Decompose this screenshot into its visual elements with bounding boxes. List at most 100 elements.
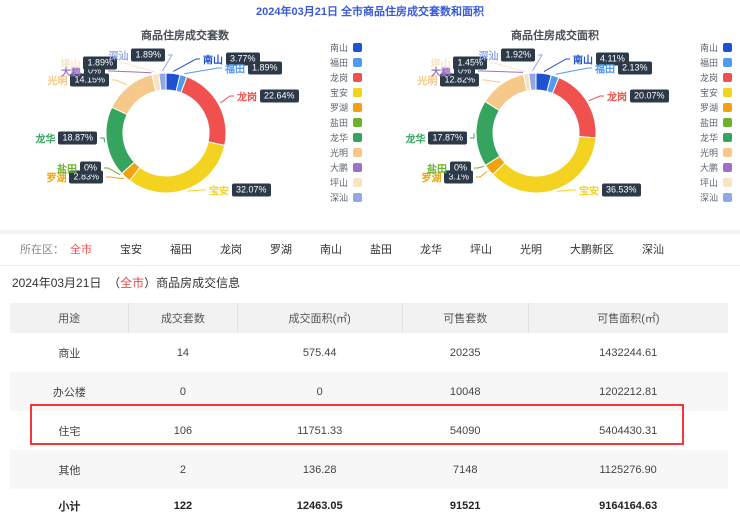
legend-label: 盐田: [330, 116, 348, 129]
pie-slice-龙华[interactable]: [476, 101, 500, 165]
donut-chart[interactable]: [0, 22, 370, 230]
table-cell: 136.28: [237, 450, 402, 489]
table-cell: 7148: [402, 450, 528, 489]
filter-option-坪山[interactable]: 坪山: [470, 241, 492, 257]
table-row: 其他2136.2871481125276.90: [10, 450, 728, 489]
table-cell: 106: [129, 411, 238, 450]
slice-label-name: 龙岗: [607, 89, 627, 104]
label-leader-line: [556, 68, 592, 74]
donut-chart[interactable]: [370, 22, 740, 230]
legend-swatch: [353, 118, 362, 127]
filter-option-南山[interactable]: 南山: [320, 241, 342, 257]
pie-slice-龙岗[interactable]: [552, 78, 596, 138]
legend-item-宝安[interactable]: 宝安: [330, 85, 362, 100]
legend-swatch: [353, 88, 362, 97]
filter-option-光明[interactable]: 光明: [520, 241, 542, 257]
filter-option-龙华[interactable]: 龙华: [420, 241, 442, 257]
legend-label: 宝安: [330, 86, 348, 99]
table-header-4: 可售面积(㎡): [528, 303, 728, 333]
legend-swatch: [723, 193, 732, 202]
label-leader-line: [184, 68, 222, 74]
legend-label: 光明: [330, 146, 348, 159]
filter-option-宝安[interactable]: 宝安: [120, 241, 142, 257]
pie-slice-龙华[interactable]: [106, 107, 134, 173]
legend-swatch: [353, 178, 362, 187]
legend-item-大鹏[interactable]: 大鹏: [700, 160, 732, 175]
slice-label-name: 宝安: [209, 183, 229, 198]
slice-label-value: 20.07%: [630, 90, 669, 103]
legend-item-盐田[interactable]: 盐田: [700, 115, 732, 130]
table-cell: 10048: [402, 372, 528, 411]
table-cell: 91521: [402, 489, 528, 521]
legend-item-宝安[interactable]: 宝安: [700, 85, 732, 100]
slice-label-name: 深汕: [478, 48, 498, 63]
filter-label: 所在区：: [20, 241, 64, 257]
legend-item-光明[interactable]: 光明: [700, 145, 732, 160]
page-title: 2024年03月21日 全市商品住房成交套数和面积: [0, 3, 740, 19]
filter-option-龙岗[interactable]: 龙岗: [220, 241, 242, 257]
slice-label-name: 深汕: [108, 48, 128, 63]
legend-label: 罗湖: [330, 101, 348, 114]
legend-item-坪山[interactable]: 坪山: [330, 175, 362, 190]
label-leader-line: [482, 80, 500, 82]
filter-option-全市[interactable]: 全市: [70, 241, 92, 257]
label-leader-line: [490, 63, 526, 72]
legend-label: 光明: [700, 146, 718, 159]
label-leader-line: [120, 63, 155, 72]
legend-item-坪山[interactable]: 坪山: [700, 175, 732, 190]
legend-swatch: [723, 133, 732, 142]
section-title: 2024年03月21日 （全市）商品房成交信息: [12, 274, 240, 291]
page: 2024年03月21日 全市商品住房成交套数和面积 商品住房成交套数 南山3.7…: [0, 0, 740, 521]
legend-item-光明[interactable]: 光明: [330, 145, 362, 160]
label-leader-line: [173, 59, 200, 71]
legend-label: 坪山: [330, 176, 348, 189]
filter-option-大鹏新区[interactable]: 大鹏新区: [570, 241, 614, 257]
table-cell: 11751.33: [237, 411, 402, 450]
legend-item-龙华[interactable]: 龙华: [700, 130, 732, 145]
legend-item-福田[interactable]: 福田: [330, 55, 362, 70]
legend-item-大鹏[interactable]: 大鹏: [330, 160, 362, 175]
district-filter: 所在区： 全市 宝安 福田 龙岗 罗湖 南山 盐田 龙华 坪山 光明 大鹏新区 深汕: [20, 236, 740, 262]
legend-item-南山[interactable]: 南山: [330, 40, 362, 55]
table-header-3: 可售套数: [402, 303, 528, 333]
legend-item-深汕[interactable]: 深汕: [330, 190, 362, 205]
legend-item-罗湖[interactable]: 罗湖: [700, 100, 732, 115]
table-total-row: 小计12212463.05915219164164.63: [10, 489, 728, 521]
slice-label-name: 坪山: [430, 56, 450, 71]
filter-option-罗湖[interactable]: 罗湖: [270, 241, 292, 257]
legend-item-罗湖[interactable]: 罗湖: [330, 100, 362, 115]
legend-swatch: [353, 193, 362, 202]
legend-item-龙华[interactable]: 龙华: [330, 130, 362, 145]
table-cell: 商业: [10, 333, 129, 372]
slice-label-value: 32.07%: [232, 184, 271, 197]
legend-item-盐田[interactable]: 盐田: [330, 115, 362, 130]
label-leader-line: [220, 96, 234, 103]
label-leader-line: [112, 80, 127, 85]
legend-item-深汕[interactable]: 深汕: [700, 190, 732, 205]
filter-option-深汕[interactable]: 深汕: [642, 241, 664, 257]
pie-slice-光明[interactable]: [485, 74, 527, 110]
pie-slice-龙岗[interactable]: [181, 77, 226, 146]
legend-label: 盐田: [700, 116, 718, 129]
section-rest: 商品房成交信息: [156, 276, 240, 290]
legend-label: 宝安: [700, 86, 718, 99]
legend-item-龙岗[interactable]: 龙岗: [330, 70, 362, 85]
filter-option-盐田[interactable]: 盐田: [370, 241, 392, 257]
legend-swatch: [353, 73, 362, 82]
paren: ）: [144, 276, 156, 290]
legend-swatch: [723, 103, 732, 112]
legend-item-福田[interactable]: 福田: [700, 55, 732, 70]
filter-option-福田[interactable]: 福田: [170, 241, 192, 257]
slice-label-深汕: 深汕1.92%: [478, 48, 535, 63]
legend-label: 罗湖: [700, 101, 718, 114]
divider: [0, 265, 740, 266]
table-cell: 小计: [10, 489, 129, 521]
legend-item-龙岗[interactable]: 龙岗: [700, 70, 732, 85]
legend-item-南山[interactable]: 南山: [700, 40, 732, 55]
slice-label-name: 南山: [573, 52, 593, 67]
legend-swatch: [353, 58, 362, 67]
chart-transaction-area: 商品住房成交面积 南山4.11%福田2.13%龙岗20.07%宝安36.53%罗…: [370, 22, 740, 230]
paren: （: [108, 276, 120, 290]
label-leader-line: [188, 190, 206, 191]
section-date: 2024年03月21日: [12, 276, 101, 290]
